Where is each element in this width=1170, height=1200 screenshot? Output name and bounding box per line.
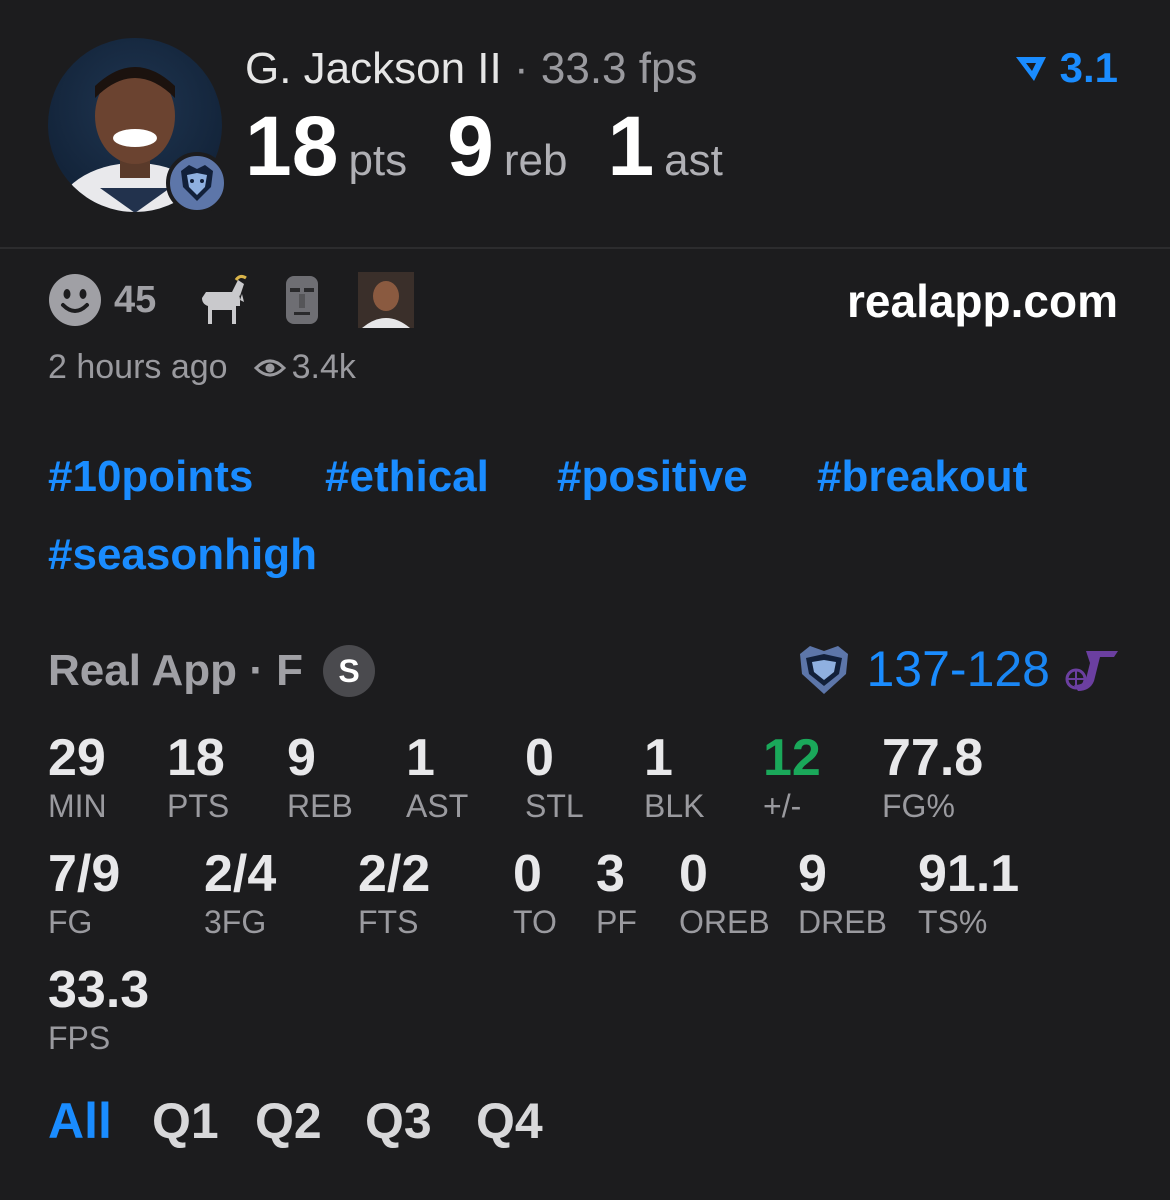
- stat-blk: 1 BLK: [644, 732, 704, 822]
- grizzlies-logo-icon: [166, 152, 228, 214]
- stat-oreb: 0 OREB: [679, 848, 770, 938]
- stat-value: 0: [513, 845, 542, 903]
- stat-min: 29 MIN: [48, 732, 107, 822]
- stat-fps: 33.3 FPS: [48, 964, 149, 1054]
- hashtag[interactable]: #10points: [48, 452, 253, 502]
- hashtag[interactable]: #ethical: [325, 452, 489, 502]
- stat-value: 33.3: [48, 961, 150, 1019]
- stat-value: 7/9: [48, 845, 121, 903]
- stat-label: MIN: [48, 788, 107, 824]
- smile-count: 45: [114, 278, 157, 321]
- stat-value: 9: [287, 729, 316, 787]
- hashtag[interactable]: #breakout: [817, 452, 1027, 502]
- home-score: 137: [866, 641, 950, 697]
- stat-3fg: 2/4 3FG: [204, 848, 276, 938]
- ast-value: 1: [607, 99, 655, 193]
- stat-value: 1: [644, 729, 673, 787]
- person-emoji-icon[interactable]: [358, 272, 415, 328]
- stat-label: PTS: [167, 788, 230, 824]
- goat-icon[interactable]: [192, 274, 248, 326]
- views: 3.4k: [253, 348, 356, 387]
- stat-label: AST: [406, 788, 469, 824]
- stat-value: 12: [763, 729, 821, 787]
- stat-value: 91.1: [918, 845, 1020, 903]
- score-separator: -: [949, 641, 967, 697]
- pts-value: 18: [245, 99, 339, 193]
- stat-label: OREB: [679, 904, 770, 940]
- reactions-bar: 45: [48, 272, 415, 328]
- tab-q2[interactable]: Q2: [255, 1092, 322, 1150]
- statline-summary: 18 pts 9 reb 1 ast: [245, 98, 763, 195]
- real-logo-icon: [1015, 57, 1046, 81]
- stat-fts: 2/2 FTS: [358, 848, 430, 938]
- season-badge: S: [323, 645, 376, 697]
- stat-value: 0: [679, 845, 708, 903]
- separator: ·: [501, 44, 541, 93]
- rating-badge[interactable]: 3.1: [1014, 44, 1118, 92]
- stat-label: REB: [287, 788, 353, 824]
- stat-pts: 18 PTS: [167, 732, 229, 822]
- reb-value: 9: [447, 99, 494, 193]
- moai-icon[interactable]: [282, 274, 322, 326]
- stat-label: DREB: [798, 904, 887, 940]
- stat-label: FG%: [882, 788, 955, 824]
- grizzlies-logo-icon: [800, 646, 849, 694]
- stat-plus-minus: 12 +/-: [763, 732, 821, 822]
- post-meta: 2 hours ago 3.4k: [48, 348, 356, 387]
- stat-fg: 7/9 FG: [48, 848, 120, 938]
- stat-ast: 1 AST: [406, 732, 468, 822]
- away-score: 128: [966, 641, 1050, 697]
- stat-ts-pct: 91.1 TS%: [918, 848, 1019, 938]
- smile-icon[interactable]: [48, 273, 102, 327]
- score: 137-128: [866, 640, 1050, 698]
- tab-q1[interactable]: Q1: [152, 1092, 219, 1150]
- time-ago: 2 hours ago: [48, 348, 228, 386]
- stat-label: +/-: [763, 788, 802, 824]
- hashtag[interactable]: #positive: [557, 452, 748, 502]
- tab-q3[interactable]: Q3: [365, 1092, 432, 1150]
- player-name[interactable]: G. Jackson II: [245, 44, 502, 93]
- jazz-logo-icon: [1065, 651, 1118, 691]
- ast-unit: ast: [664, 136, 723, 185]
- site-link[interactable]: realapp.com: [847, 274, 1118, 328]
- hashtag[interactable]: #seasonhigh: [48, 530, 317, 580]
- tab-q4[interactable]: Q4: [476, 1092, 543, 1150]
- stat-value: 77.8: [882, 729, 984, 787]
- rating-value: 3.1: [1059, 44, 1118, 91]
- stat-value: 2/4: [204, 845, 277, 903]
- eye-icon: [253, 359, 286, 376]
- stat-label: BLK: [644, 788, 705, 824]
- stat-label: FG: [48, 904, 93, 940]
- stat-label: TS%: [918, 904, 988, 940]
- stat-dreb: 9 DREB: [798, 848, 887, 938]
- stat-stl: 0 STL: [525, 732, 584, 822]
- view-count: 3.4k: [291, 348, 356, 386]
- stat-label: FPS: [48, 1020, 111, 1056]
- stat-label: PF: [596, 904, 637, 940]
- stat-label: 3FG: [204, 904, 267, 940]
- player-fps: 33.3 fps: [540, 44, 698, 93]
- stat-label: FTS: [358, 904, 419, 940]
- stat-value: 18: [167, 729, 225, 787]
- stat-pf: 3 PF: [596, 848, 637, 938]
- player-header: G. Jackson II · 33.3 fps: [245, 44, 697, 94]
- reb-unit: reb: [503, 136, 568, 185]
- stat-value: 0: [525, 729, 554, 787]
- stat-label: TO: [513, 904, 557, 940]
- stat-value: 1: [406, 729, 435, 787]
- game-title: Real App · F: [48, 646, 304, 695]
- stat-value: 2/2: [358, 845, 431, 903]
- divider: [0, 247, 1170, 249]
- tab-all[interactable]: All: [48, 1092, 112, 1150]
- stat-value: 9: [798, 845, 827, 903]
- stat-label: STL: [525, 788, 584, 824]
- stat-value: 3: [596, 845, 625, 903]
- stat-value: 29: [48, 729, 106, 787]
- game-header: Real App · F S: [48, 645, 376, 697]
- pts-unit: pts: [348, 136, 408, 185]
- stat-to: 0 TO: [513, 848, 557, 938]
- stat-reb: 9 REB: [287, 732, 353, 822]
- stat-fg-pct: 77.8 FG%: [882, 732, 983, 822]
- game-score[interactable]: 137-128: [796, 640, 1120, 698]
